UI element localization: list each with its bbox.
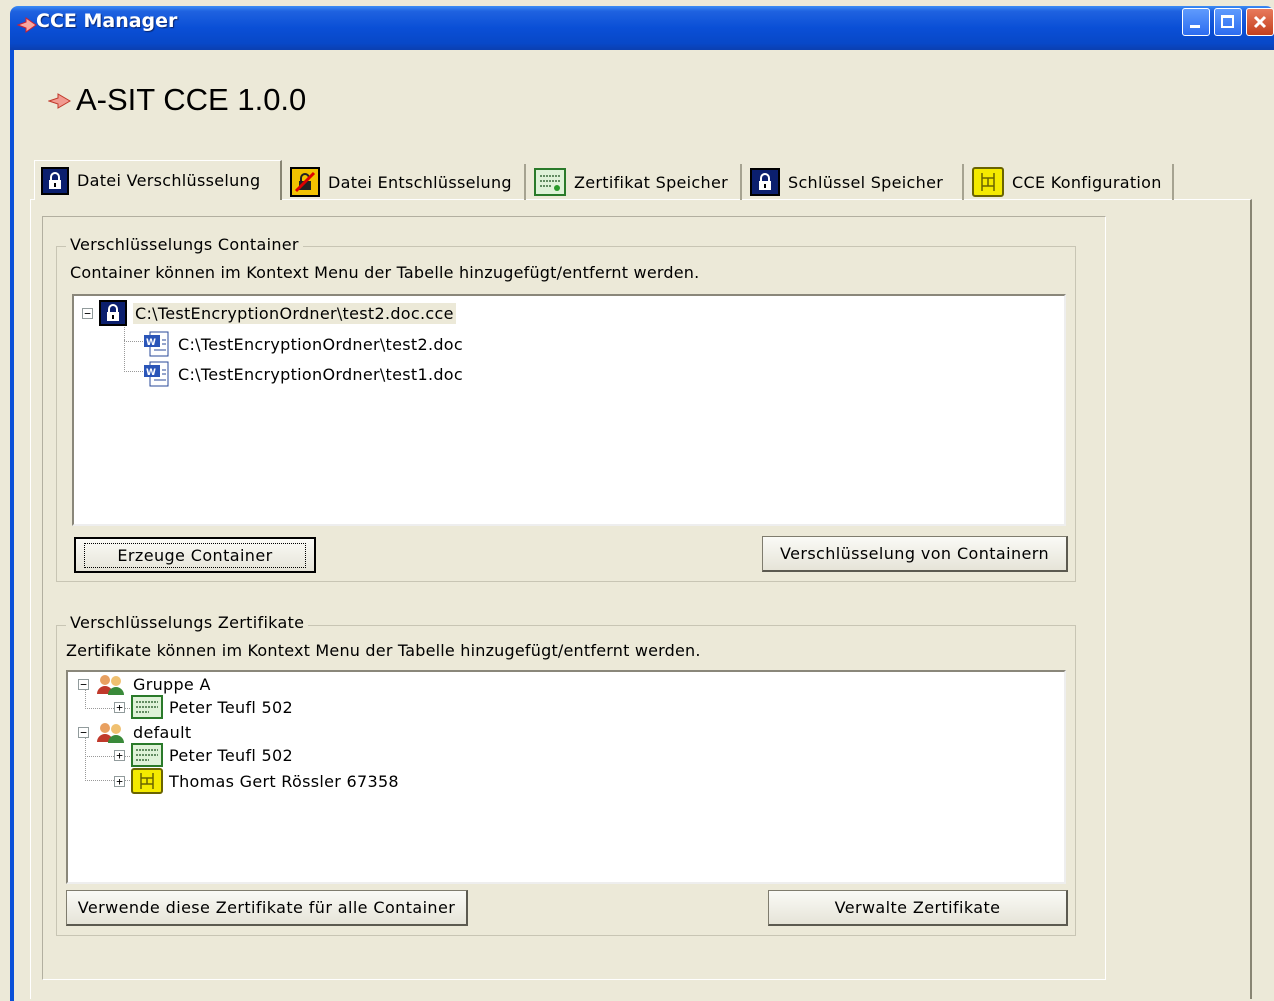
- tab-label: Zertifikat Speicher: [574, 172, 728, 192]
- word-document-icon: W: [142, 360, 172, 388]
- tree-node-certificate[interactable]: + Thomas Gert Rössler 67358: [114, 768, 399, 794]
- close-icon[interactable]: [1246, 8, 1274, 36]
- tree-node-certificate[interactable]: + Peter Teufl 502: [114, 743, 293, 767]
- unlock-icon: [290, 167, 320, 197]
- tab-label: Schlüssel Speicher: [788, 172, 944, 192]
- svg-text:W: W: [146, 368, 156, 378]
- tab-label: Datei Verschlüsselung: [77, 171, 261, 190]
- tree-node-label: Peter Teufl 502: [169, 697, 293, 717]
- tab-zertifikat-speicher[interactable]: Zertifikat Speicher: [528, 164, 742, 200]
- tree-node-label: Thomas Gert Rössler 67358: [169, 771, 399, 791]
- certificate-icon: [131, 743, 163, 767]
- tree-node-group[interactable]: − Gruppe A: [78, 673, 211, 695]
- tree-node-label: default: [133, 722, 192, 742]
- svg-text:W: W: [146, 338, 156, 348]
- chip-card-icon: [972, 167, 1004, 197]
- manage-certificates-button[interactable]: Verwalte Zertifikate: [768, 890, 1068, 926]
- lock-icon: [99, 300, 127, 326]
- window-title: CCE Manager: [36, 10, 178, 32]
- word-document-icon: W: [142, 330, 172, 358]
- collapse-icon[interactable]: −: [82, 307, 93, 319]
- lock-icon: [41, 166, 69, 195]
- tree-node-label: Peter Teufl 502: [169, 745, 293, 765]
- expand-icon[interactable]: +: [114, 749, 125, 761]
- tree-node-label: C:\TestEncryptionOrdner\test1.doc: [178, 364, 463, 384]
- certificate-icon: [534, 168, 566, 196]
- create-container-button[interactable]: Erzeuge Container: [74, 537, 316, 573]
- chip-card-icon: [131, 768, 163, 794]
- cce-logo-icon: [47, 92, 72, 110]
- tab-datei-entschluesselung[interactable]: Datei Entschlüsselung: [284, 164, 526, 200]
- title-bar[interactable]: [10, 6, 1274, 50]
- tree-node-group[interactable]: − default: [78, 721, 191, 743]
- tree-node-container[interactable]: − C:\TestEncryptionOrdner\test2.doc.cce: [82, 300, 456, 326]
- tree-node-label: Gruppe A: [133, 674, 211, 694]
- tree-node-label: C:\TestEncryptionOrdner\test2.doc: [178, 334, 463, 354]
- tab-datei-verschluesselung[interactable]: Datei Verschlüsselung: [34, 160, 282, 200]
- expand-icon[interactable]: +: [114, 701, 125, 713]
- container-tree[interactable]: [72, 294, 1066, 526]
- expand-icon[interactable]: +: [114, 775, 125, 787]
- containers-legend: Verschlüsselungs Container: [66, 235, 303, 254]
- tab-label: Datei Entschlüsselung: [328, 172, 512, 192]
- containers-hint: Container können im Kontext Menu der Tab…: [70, 263, 700, 282]
- certificates-legend: Verschlüsselungs Zertifikate: [66, 613, 309, 632]
- cce-logo-icon: [16, 14, 38, 36]
- key-lock-icon: [750, 168, 780, 196]
- collapse-icon[interactable]: −: [78, 726, 89, 738]
- tree-connector: [124, 340, 143, 372]
- tree-node-label: C:\TestEncryptionOrdner\test2.doc.cce: [133, 302, 456, 324]
- window-frame: [10, 50, 14, 1001]
- tree-node-certificate[interactable]: + Peter Teufl 502: [114, 695, 293, 719]
- tab-cce-konfiguration[interactable]: CCE Konfiguration: [966, 164, 1174, 200]
- tab-schluessel-speicher[interactable]: Schlüssel Speicher: [744, 164, 964, 200]
- collapse-icon[interactable]: −: [78, 678, 89, 690]
- tab-label: CCE Konfiguration: [1012, 172, 1162, 192]
- use-certificates-for-all-button[interactable]: Verwende diese Zertifikate für alle Cont…: [66, 890, 468, 926]
- encrypt-containers-button[interactable]: Verschlüsselung von Containern: [762, 536, 1068, 572]
- app-title: A-SIT CCE 1.0.0: [76, 82, 307, 117]
- certificate-icon: [131, 695, 163, 719]
- tree-node-file[interactable]: W C:\TestEncryptionOrdner\test2.doc: [142, 330, 463, 358]
- button-label: Erzeuge Container: [84, 542, 306, 568]
- user-group-icon: [95, 721, 127, 743]
- tree-node-file[interactable]: W C:\TestEncryptionOrdner\test1.doc: [142, 360, 463, 388]
- user-group-icon: [95, 673, 127, 695]
- minimize-icon[interactable]: [1182, 8, 1210, 36]
- maximize-icon[interactable]: [1214, 8, 1242, 36]
- certificates-hint: Zertifikate können im Kontext Menu der T…: [66, 641, 701, 660]
